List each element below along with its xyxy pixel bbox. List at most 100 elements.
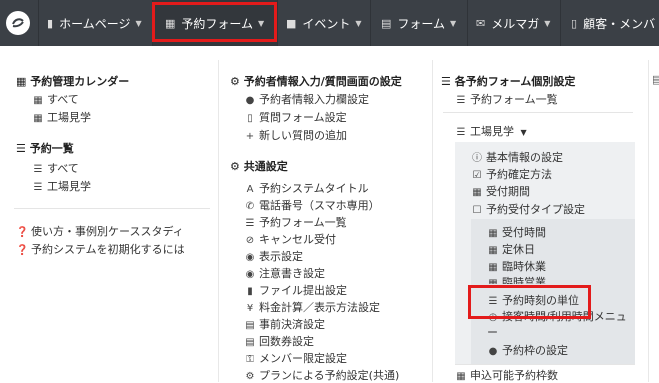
bottom-item[interactable]: ▦ 申込可能予約枠数 xyxy=(455,367,558,383)
credit-card-icon: ▤ xyxy=(245,320,255,331)
calendar-title-label: 予約管理カレンダー xyxy=(30,75,130,88)
common-item-6[interactable]: ▮ ファイル提出設定 xyxy=(244,282,347,298)
form-list-label: 予約フォーム一覧 xyxy=(470,93,558,106)
common-item-0-label: 予約システムタイトル xyxy=(259,182,369,195)
list-section-title: ☰ 予約一覧 xyxy=(16,140,74,156)
logo-icon xyxy=(6,11,30,35)
column-divider xyxy=(432,60,433,382)
nav-homepage[interactable]: ▮ ホームページ ▼ xyxy=(38,0,150,46)
input-section-title: ⚙ 予約者情報入力/質問画面の設定 xyxy=(230,73,402,89)
common-item-2[interactable]: ☰ 予約フォーム一覧 xyxy=(244,214,347,230)
input-item-2[interactable]: + 新しい質問の追加 xyxy=(244,127,347,143)
chevron-down-icon: ▼ xyxy=(544,18,551,28)
gear-icon: ⚙ xyxy=(245,371,255,382)
check-square-icon: ☑ xyxy=(472,170,482,181)
nav-mailmagazine-label: メルマガ xyxy=(491,16,540,31)
highlight-box-time-unit xyxy=(468,285,591,319)
common-item-5[interactable]: ◉ 注意書き設定 xyxy=(244,265,325,281)
common-item-1[interactable]: ✆ 電話番号（スマホ専用） xyxy=(244,197,380,213)
document-icon: ▯ xyxy=(247,113,253,124)
list-item-all[interactable]: ☰ すべて xyxy=(32,160,79,176)
type-item-6[interactable]: ● 予約枠の設定 xyxy=(487,342,568,358)
type-item-3-label: 臨時営業 xyxy=(502,276,546,284)
common-item-7[interactable]: ¥ 料金計算／表示方法設定 xyxy=(244,299,380,315)
calendar-icon: ▦ xyxy=(33,95,43,106)
input-item-2-label: 新しい質問の追加 xyxy=(259,129,347,142)
form-item-1[interactable]: ☑ 予約確定方法 xyxy=(471,166,552,182)
form-item-3-label: 予約受付タイプ設定 xyxy=(486,203,585,216)
type-item-0-label: 受付時間 xyxy=(502,226,546,239)
mega-menu-panel: ▦ 予約管理カレンダー ▦ すべて ▦ 工場見学 ☰ 予約一覧 ☰ すべて ☰ 工場見学… xyxy=(0,46,659,382)
type-item-1[interactable]: ▦ 定休日 xyxy=(487,241,535,257)
list-icon: ☰ xyxy=(16,142,26,155)
calendar-icon: ▦ xyxy=(488,228,498,239)
list-icon: ☰ xyxy=(456,127,466,138)
edge-icon: ▤ xyxy=(652,73,659,86)
common-item-10[interactable]: ⚿ メンバー限定設定 xyxy=(244,350,347,366)
file-icon: ▮ xyxy=(247,286,253,297)
common-item-11[interactable]: ⚙ プランによる予約設定(共通) xyxy=(244,367,400,383)
comment-icon: ◉ xyxy=(245,269,255,280)
help-reset-system-link[interactable]: ❓ 予約システムを初期化するには xyxy=(16,241,185,257)
common-item-3[interactable]: ⊘ キャンセル受付 xyxy=(244,231,336,247)
type-item-0[interactable]: ▦ 受付時間 xyxy=(487,224,546,240)
envelope-icon: ✉ xyxy=(476,16,486,30)
form-item-3[interactable]: ☐ 予約受付タイプ設定 xyxy=(471,201,585,217)
book-icon: ▯ xyxy=(571,16,578,30)
type-item-6-label: 予約枠の設定 xyxy=(502,344,568,357)
common-item-2-label: 予約フォーム一覧 xyxy=(259,216,347,229)
top-nav-bar: ▮ ホームページ ▼ ▦ 予約フォーム ▼ ■ イベント ▼ ▤ フォーム ▼ … xyxy=(0,0,659,46)
gear-icon: ⚙ xyxy=(230,75,240,88)
common-item-5-label: 注意書き設定 xyxy=(259,267,325,280)
list-item-factory-tour[interactable]: ☰ 工場見学 xyxy=(32,178,91,194)
column-divider xyxy=(648,60,649,382)
calendar-item-factory-tour-label: 工場見学 xyxy=(47,111,91,124)
nav-form[interactable]: ▤ フォーム ▼ xyxy=(370,0,467,46)
divider xyxy=(455,364,635,365)
ban-icon: ⊘ xyxy=(245,235,255,246)
form-item-2[interactable]: ▦ 受付期間 xyxy=(471,183,530,199)
input-item-1[interactable]: ▯ 質問フォーム設定 xyxy=(244,109,347,125)
form-icon: ▤ xyxy=(381,16,392,30)
question-circle-icon: ❓ xyxy=(16,227,29,238)
type-item-2[interactable]: ▦ 臨時休業 xyxy=(487,258,546,274)
nav-form-label: フォーム xyxy=(397,16,446,31)
calendar-item-factory-tour[interactable]: ▦ 工場見学 xyxy=(32,109,91,125)
common-item-9[interactable]: ▤ 回数券設定 xyxy=(244,333,314,349)
question-circle-icon: ❓ xyxy=(16,245,29,256)
nav-mailmagazine[interactable]: ✉ メルマガ ▼ xyxy=(467,0,560,46)
calendar-icon: ▦ xyxy=(488,262,498,273)
nav-customer-member-label: 顧客・メンバ xyxy=(583,16,656,31)
type-item-1-label: 定休日 xyxy=(502,243,535,256)
help-reset-system-label: 予約システムを初期化するには xyxy=(31,243,185,256)
common-item-0[interactable]: A 予約システムタイトル xyxy=(244,180,369,196)
calendar-section-title: ▦ 予約管理カレンダー xyxy=(16,73,129,89)
nav-customer-member[interactable]: ▯ 顧客・メンバ xyxy=(560,0,659,46)
common-item-8[interactable]: ▤ 事前決済設定 xyxy=(244,316,325,332)
input-item-0[interactable]: ● 予約者情報入力欄設定 xyxy=(244,91,369,107)
user-icon: ● xyxy=(245,95,255,106)
ticket-icon: ▤ xyxy=(245,337,255,348)
form-item-2-label: 受付期間 xyxy=(486,185,530,198)
form-factory-tour-toggle[interactable]: ☰ 工場見学 ▼ xyxy=(455,123,527,139)
help-case-study-link[interactable]: ❓ 使い方・事例別ケーススタディ xyxy=(16,223,184,239)
list-icon: ☰ xyxy=(245,218,255,229)
common-item-4[interactable]: ◉ 表示設定 xyxy=(244,248,303,264)
chevron-down-icon: ▼ xyxy=(135,18,142,28)
type-item-3[interactable]: ▦ 臨時営業 xyxy=(487,274,546,284)
list-item-all-label: すべて xyxy=(47,162,79,175)
plus-icon: + xyxy=(245,131,255,142)
common-item-6-label: ファイル提出設定 xyxy=(259,284,347,297)
chevron-down-icon: ▼ xyxy=(355,18,362,28)
calendar-item-all[interactable]: ▦ すべて xyxy=(32,91,79,107)
list-item-factory-tour-label: 工場見学 xyxy=(47,180,91,193)
app-logo[interactable] xyxy=(0,0,36,46)
bottom-item-label: 申込可能予約枠数 xyxy=(470,369,558,382)
users-icon: ● xyxy=(488,346,498,357)
form-list-link[interactable]: ☰ 予約フォーム一覧 xyxy=(455,91,558,107)
form-item-0[interactable]: ⓘ 基本情報の設定 xyxy=(471,149,563,165)
input-item-1-label: 質問フォーム設定 xyxy=(259,111,347,124)
square-icon: ☐ xyxy=(472,205,482,216)
nav-event[interactable]: ■ イベント ▼ xyxy=(277,0,369,46)
file-icon: ▮ xyxy=(47,16,54,30)
